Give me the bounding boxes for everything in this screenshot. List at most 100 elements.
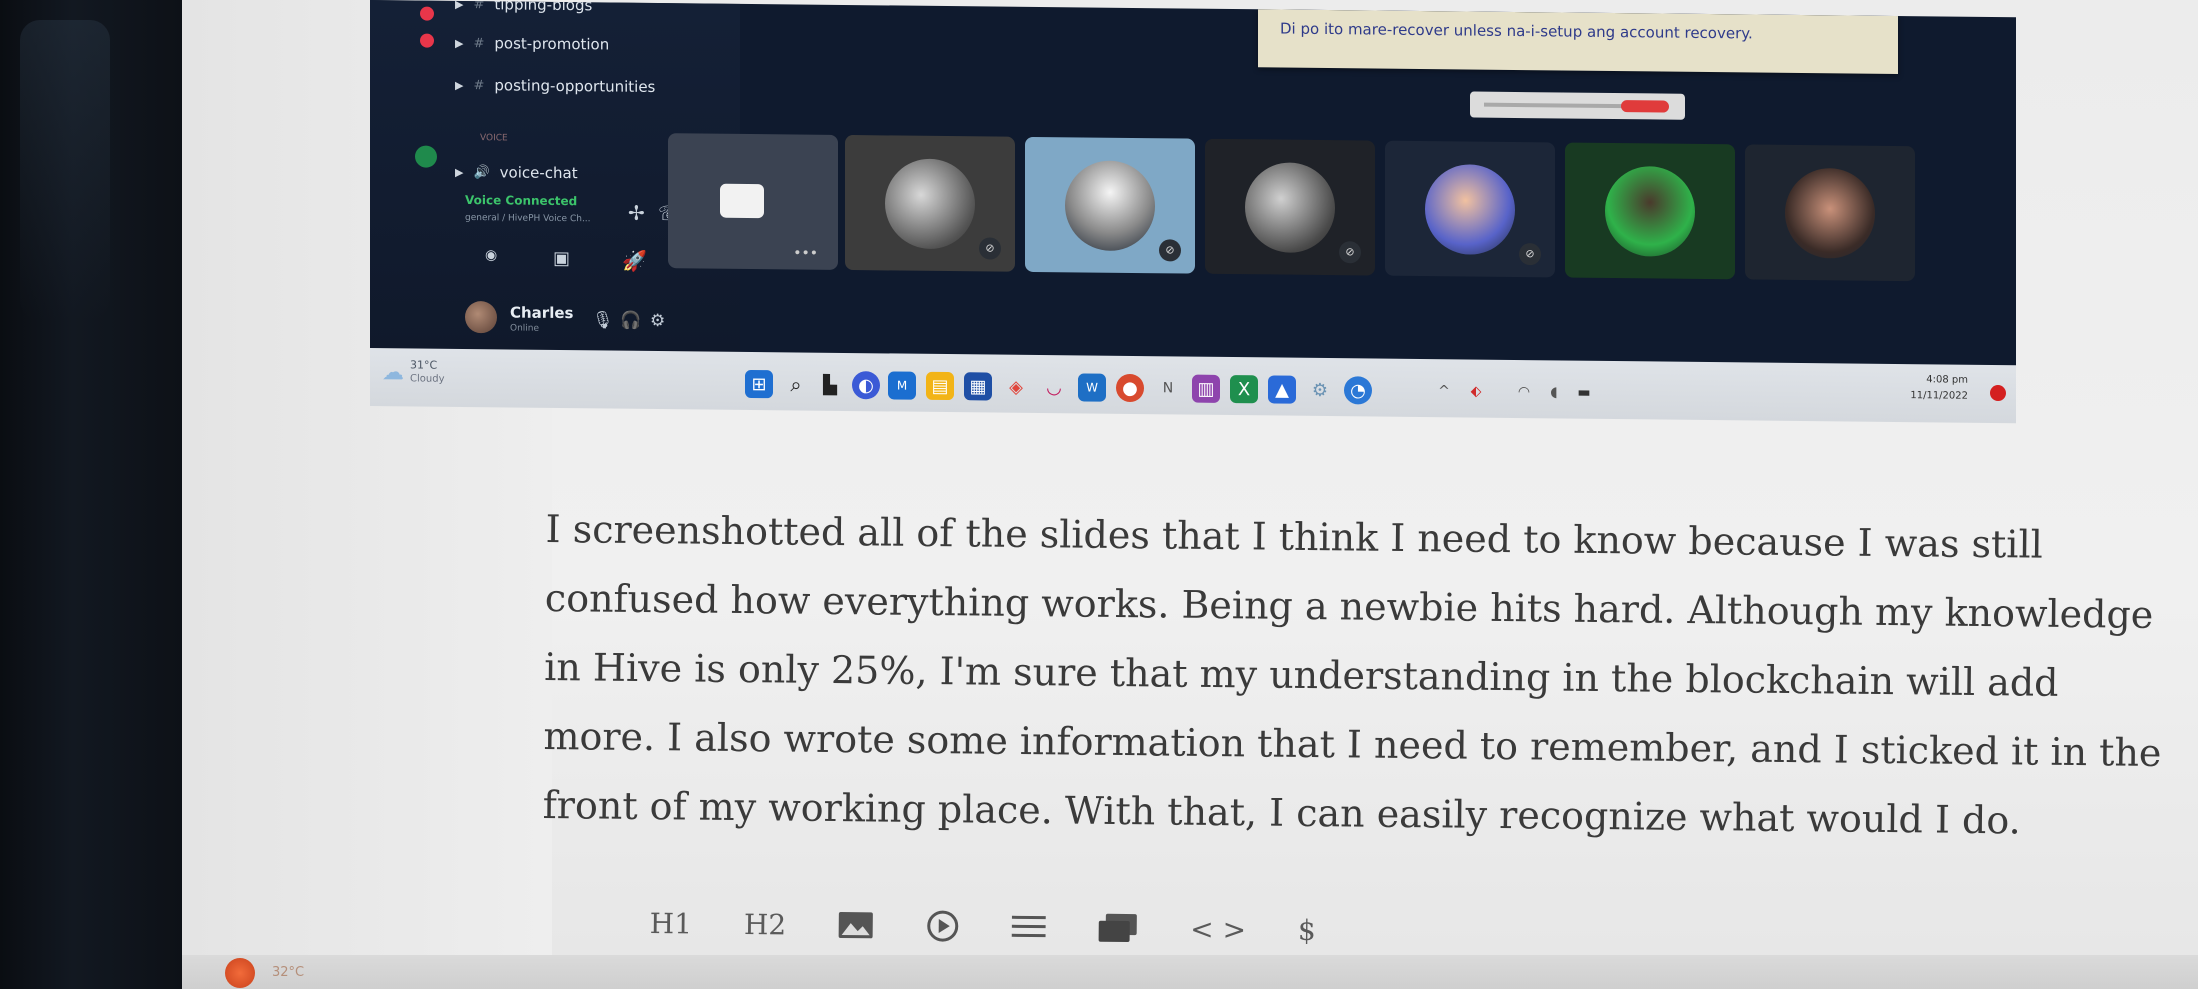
avatar <box>1245 161 1335 253</box>
participant-tile[interactable] <box>1745 144 1915 282</box>
bottom-taskbar-strip <box>182 955 2198 989</box>
heading2-button[interactable]: H2 <box>744 907 787 940</box>
windows-start-icon[interactable]: ⊞ <box>745 369 773 399</box>
app-icon[interactable]: ◡ <box>1040 373 1068 401</box>
chevron-right-icon: ▶ <box>455 0 464 11</box>
tray-app-icon[interactable]: ⬖ <box>1462 377 1490 405</box>
weather-temperature: 31°C <box>410 358 438 372</box>
settings-icon[interactable]: ⚙ <box>1306 376 1334 404</box>
muted-icon: ⊘ <box>979 237 1001 260</box>
file-explorer-icon[interactable]: ▤ <box>926 371 954 401</box>
channel-label: tipping-blogs <box>494 0 593 15</box>
editor-toolbar: H1 H2 < > $ <box>650 900 1369 954</box>
notepad-icon[interactable]: N <box>1154 374 1182 402</box>
clock-time[interactable]: 4:08 pm <box>1926 374 1968 385</box>
channel-posting-opportunities[interactable]: ▶ # posting-opportunities <box>455 74 655 98</box>
participant-tile[interactable] <box>1565 142 1735 280</box>
cloud-icon[interactable]: ☁ <box>382 360 404 385</box>
screen-share-tile[interactable]: ••• <box>668 133 838 270</box>
bottom-temperature: 32°C <box>272 965 305 980</box>
avatar <box>885 157 975 249</box>
voice-connected-status: Voice Connected <box>465 192 578 209</box>
headphones-icon[interactable]: 🎧 <box>620 311 641 331</box>
channel-label: posting-opportunities <box>494 76 656 96</box>
battery-icon[interactable]: ▬ <box>1570 379 1598 407</box>
chevron-right-icon: ▶ <box>455 78 464 92</box>
user-status: Online <box>510 323 540 334</box>
channel-post-promotion[interactable]: ▶ # post-promotion <box>455 32 609 56</box>
bezel-reflection <box>20 20 110 320</box>
video-camera-icon <box>720 183 764 219</box>
avatar <box>1785 167 1875 259</box>
muted-icon: ⊘ <box>1159 239 1181 262</box>
chevron-up-icon[interactable]: ^ <box>1430 377 1458 405</box>
brave-browser-icon[interactable]: ◈ <box>1002 373 1030 401</box>
app-icon[interactable]: ● <box>1116 373 1144 403</box>
excel-icon[interactable]: X <box>1230 375 1258 404</box>
notice-bar-track <box>1484 102 1624 109</box>
microphone-icon[interactable]: 🎙 <box>592 310 614 330</box>
unread-indicator <box>420 6 434 21</box>
discord-icon[interactable]: ◔ <box>1344 376 1372 405</box>
participant-tile[interactable]: ⊘ <box>845 134 1015 272</box>
list-icon[interactable] <box>1012 914 1047 940</box>
channel-voice-chat[interactable]: ▶ 🔊 voice-chat <box>455 161 578 184</box>
notification-badge[interactable] <box>1990 384 2006 402</box>
weather-condition: Cloudy <box>410 373 445 385</box>
hash-icon: # <box>473 35 485 51</box>
channel-tipping-blogs[interactable]: ▶ # tipping-blogs <box>455 0 592 16</box>
wifi-icon[interactable]: ◠ <box>1510 378 1538 406</box>
chevron-right-icon: ▶ <box>455 36 464 50</box>
code-button[interactable]: < > <box>1190 912 1246 946</box>
muted-icon: ⊘ <box>1519 243 1541 266</box>
store-icon[interactable]: ▦ <box>964 372 992 401</box>
heading1-button[interactable]: H1 <box>650 906 693 939</box>
gallery-icon[interactable] <box>1098 913 1138 943</box>
muted-icon: ⊘ <box>1339 241 1361 264</box>
category-label: VOICE <box>480 133 508 144</box>
noise-suppression-icon[interactable]: ✢ <box>628 201 645 225</box>
unread-indicator <box>420 33 434 48</box>
hash-icon: # <box>473 77 485 93</box>
server-icon[interactable] <box>415 145 437 168</box>
image-icon[interactable] <box>838 911 874 939</box>
avatar <box>1605 165 1695 257</box>
notice-action-button[interactable] <box>1621 100 1669 113</box>
app-icon[interactable]: M <box>888 371 916 400</box>
chat-icon[interactable]: ◐ <box>852 371 880 400</box>
monitor-bezel <box>0 0 182 989</box>
more-icon[interactable]: ••• <box>793 245 818 261</box>
settings-gear-icon[interactable]: ⚙ <box>650 311 665 331</box>
camera-icon[interactable]: ◉ <box>485 247 497 263</box>
weather-icon[interactable] <box>225 958 255 988</box>
voice-channel-info: general / HivePH Voice Ch... <box>465 212 591 225</box>
word-icon[interactable]: W <box>1078 373 1106 402</box>
onenote-icon[interactable]: ▥ <box>1192 374 1220 403</box>
search-icon[interactable]: ⌕ <box>782 370 810 398</box>
hash-icon: # <box>473 0 485 12</box>
task-view-icon[interactable]: ▙ <box>816 371 844 399</box>
user-name: Charles <box>510 303 574 323</box>
participant-tile[interactable]: ⊘ <box>1205 138 1375 276</box>
notice-text: Di po ito mare-recover unless na-i-setup… <box>1280 19 1753 43</box>
channel-label: post-promotion <box>494 34 610 54</box>
app-icon[interactable]: ▲ <box>1268 375 1296 404</box>
participant-tile[interactable]: ⊘ <box>1385 140 1555 278</box>
avatar <box>1425 163 1515 255</box>
dollar-button[interactable]: $ <box>1298 913 1316 946</box>
recovery-notice: Di po ito mare-recover unless na-i-setup… <box>1258 9 1898 75</box>
screen-share-icon[interactable]: ▣ <box>553 248 570 269</box>
speaker-icon: 🔊 <box>473 164 490 180</box>
channel-label: voice-chat <box>499 163 578 183</box>
video-icon[interactable] <box>926 909 960 943</box>
activity-icon[interactable]: 🚀 <box>622 249 647 273</box>
avatar[interactable] <box>465 300 497 334</box>
volume-icon[interactable]: ◖ <box>1540 378 1568 406</box>
notice-action-bar[interactable] <box>1470 91 1685 120</box>
category-voice[interactable]: VOICE <box>480 127 508 149</box>
avatar <box>1065 159 1155 251</box>
chevron-right-icon: ▶ <box>455 165 464 179</box>
article-body[interactable]: I screenshotted all of the slides that I… <box>542 495 2186 857</box>
participant-tile[interactable]: ⊘ <box>1025 136 1195 274</box>
clock-date[interactable]: 11/11/2022 <box>1910 390 1968 402</box>
